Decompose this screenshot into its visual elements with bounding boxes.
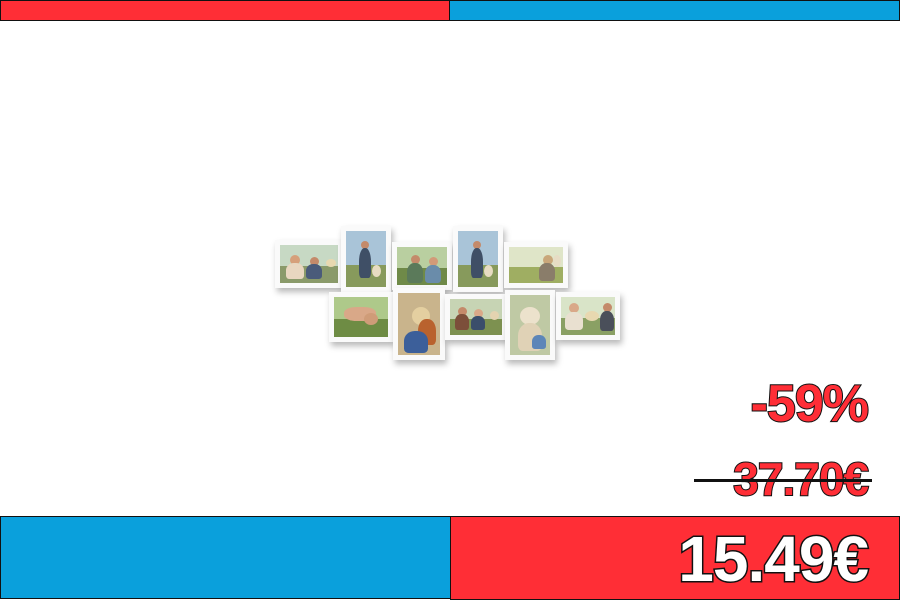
top-banner: [0, 0, 900, 21]
product-image-photo-collage: [270, 222, 630, 367]
photo-frame: [341, 226, 391, 292]
photo: [458, 231, 498, 287]
strikethrough-line: [694, 479, 872, 482]
photo-frame: [393, 288, 445, 360]
photo: [561, 297, 615, 335]
photo-frame: [453, 226, 503, 292]
top-banner-red: [0, 0, 449, 21]
photo: [509, 247, 563, 283]
photo-frame: [275, 240, 343, 288]
photo: [334, 297, 388, 337]
photo-frame: [445, 294, 507, 340]
photo: [397, 247, 447, 285]
discount-badge: -59%: [750, 374, 870, 434]
photo-frame: [392, 242, 452, 290]
photo-frame: [505, 290, 555, 360]
photo-frame: [556, 292, 620, 340]
photo: [280, 245, 338, 283]
photo: [450, 299, 502, 335]
photo: [398, 293, 440, 355]
photo: [510, 295, 550, 355]
photo-frame: [504, 242, 568, 288]
bottom-banner-blue: [0, 516, 450, 599]
photo-frame: [329, 292, 393, 342]
new-price: 15.49€: [677, 522, 871, 597]
top-banner-blue: [449, 0, 900, 21]
photo: [346, 231, 386, 287]
